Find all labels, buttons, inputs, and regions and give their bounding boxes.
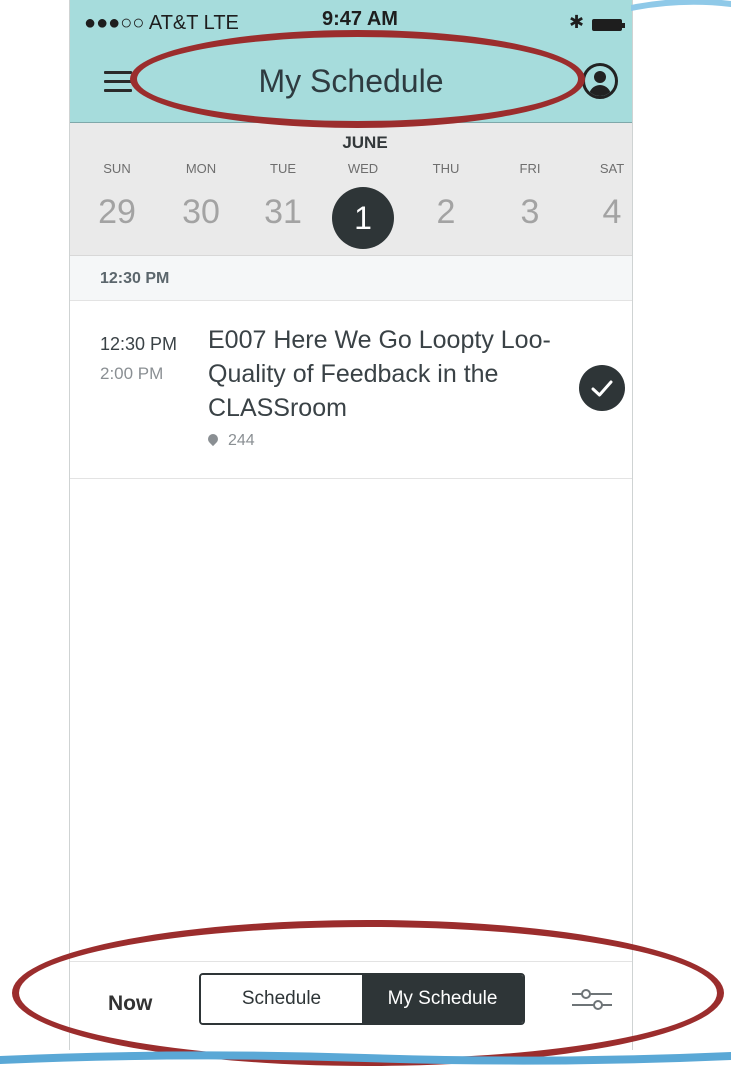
day-30[interactable]: 30 — [171, 193, 231, 232]
session-location-label: 244 — [228, 432, 255, 449]
checkmark-icon — [591, 380, 613, 397]
day-4[interactable]: 4 — [582, 193, 632, 232]
session-end-time: 2:00 PM — [100, 364, 164, 383]
section-time: 12:30 PM — [100, 270, 170, 287]
day-2[interactable]: 2 — [416, 193, 476, 232]
session-title: E007 Here We Go Loopty Loo-Quality of Fe… — [208, 326, 551, 422]
now-button[interactable]: Now — [108, 992, 152, 1016]
segment-my-schedule[interactable]: My Schedule — [362, 975, 523, 1023]
status-time: 9:47 AM — [322, 8, 398, 30]
filter-sliders-icon[interactable] — [570, 984, 614, 1014]
dow-sun: SUN — [103, 161, 131, 176]
avatar-icon[interactable] — [582, 63, 618, 99]
segment-schedule[interactable]: Schedule — [201, 975, 362, 1023]
dow-thu: THU — [432, 161, 460, 176]
session-list-item[interactable]: 12:30 PM 2:00 PM E007 Here We Go Loopty … — [70, 301, 632, 479]
session-location: 244 — [205, 431, 255, 450]
decorative-stroke — [631, 0, 731, 11]
week-calendar: JUNE SUN MON TUE WED THU FRI SAT 29 30 3… — [70, 123, 632, 256]
dow-mon: MON — [185, 161, 217, 176]
schedule-segmented-control: Schedule My Schedule — [199, 973, 525, 1025]
day-31[interactable]: 31 — [253, 193, 313, 232]
location-pin-icon — [205, 431, 221, 447]
session-start-time: 12:30 PM — [100, 334, 178, 354]
calendar-month: JUNE — [342, 133, 388, 152]
battery-icon — [592, 19, 625, 31]
dow-fri: FRI — [519, 161, 541, 176]
decorative-wave — [0, 1051, 731, 1065]
added-checkmark-button[interactable] — [579, 365, 625, 411]
dow-sat: SAT — [599, 161, 625, 176]
day-29[interactable]: 29 — [87, 193, 147, 232]
time-section-header: 12:30 PM — [70, 256, 632, 301]
status-carrier: ●●●○○ AT&T LTE — [84, 12, 239, 34]
page-title: My Schedule — [258, 63, 444, 99]
day-3[interactable]: 3 — [500, 193, 560, 232]
day-selected[interactable]: 1 — [332, 187, 394, 249]
dow-wed: WED — [347, 161, 379, 176]
bottom-toolbar: Now Schedule My Schedule — [70, 961, 632, 1041]
phone-screen: ●●●○○ AT&T LTE 9:47 AM ✱ My Schedule JUN… — [69, 0, 633, 1050]
dow-tue: TUE — [270, 161, 296, 176]
bluetooth-icon: ✱ — [569, 12, 585, 32]
app-header: ●●●○○ AT&T LTE 9:47 AM ✱ My Schedule — [70, 0, 632, 123]
